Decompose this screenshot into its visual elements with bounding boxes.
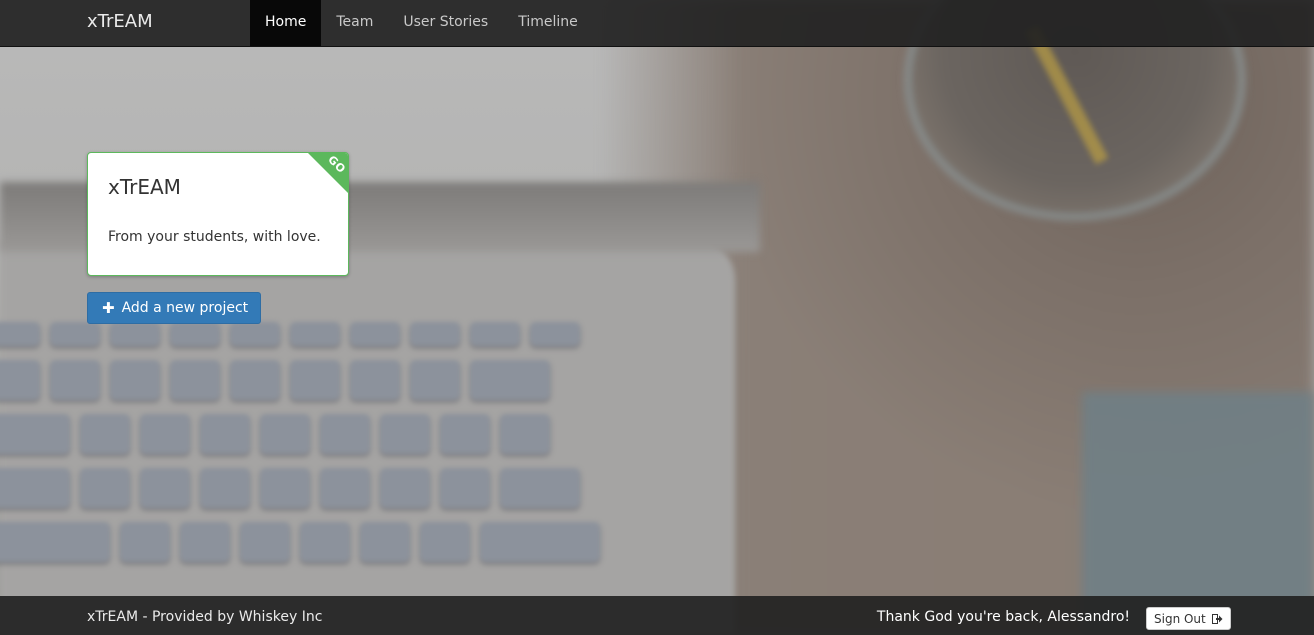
project-title: xTrEAM: [108, 175, 181, 199]
page: xTrEAM Home Team User Stories Timeline x…: [0, 0, 1314, 635]
footer-credit: xTrEAM - Provided by Whiskey Inc: [87, 609, 323, 625]
brand-link[interactable]: xTrEAM: [87, 0, 153, 46]
nav-item-user-stories[interactable]: User Stories: [388, 0, 503, 46]
add-project-label: Add a new project: [121, 300, 249, 316]
plus-icon: ✚: [102, 298, 115, 317]
add-project-button[interactable]: ✚ Add a new project: [87, 292, 262, 324]
main-nav: Home Team User Stories Timeline: [250, 0, 593, 46]
nav-item-home[interactable]: Home: [250, 0, 322, 46]
project-description: From your students, with love.: [108, 229, 321, 245]
logout-icon: [1211, 613, 1223, 624]
sign-out-button[interactable]: Sign Out: [1146, 607, 1231, 630]
project-card[interactable]: xTrEAM From your students, with love. GO: [87, 152, 349, 276]
nav-item-team[interactable]: Team: [321, 0, 388, 46]
nav-item-timeline[interactable]: Timeline: [503, 0, 593, 46]
top-navbar: xTrEAM Home Team User Stories Timeline: [0, 0, 1314, 47]
user-greeting: Thank God you're back, Alessandro!: [876, 609, 1130, 625]
footer: xTrEAM - Provided by Whiskey Inc Thank G…: [0, 596, 1314, 635]
sign-out-label: Sign Out: [1154, 611, 1206, 626]
